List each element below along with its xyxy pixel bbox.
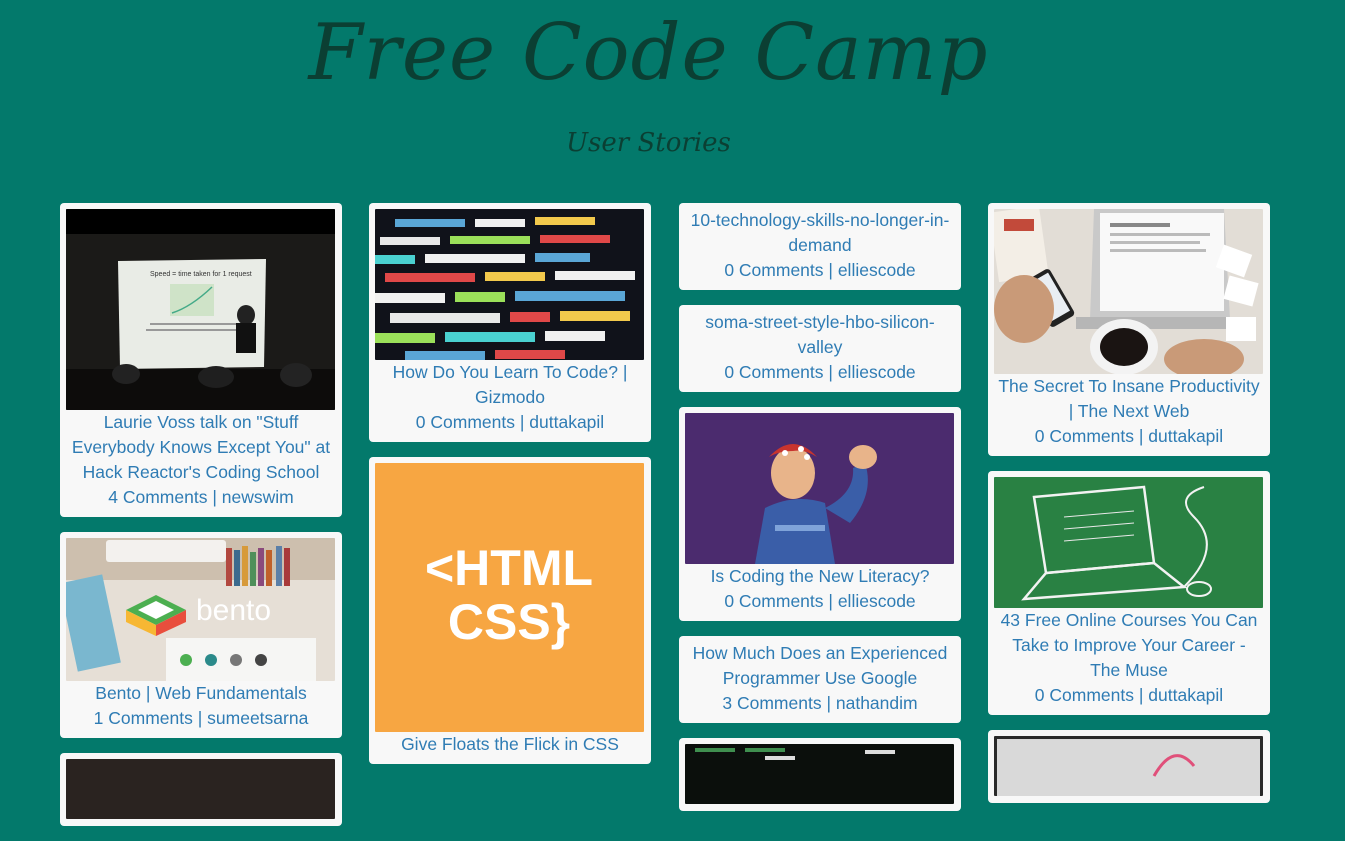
story-card bbox=[60, 753, 342, 826]
story-thumbnail[interactable] bbox=[685, 413, 954, 564]
story-meta: 0 Comments | duttakapil bbox=[994, 424, 1264, 449]
story-meta: 1 Comments | sumeetsarna bbox=[66, 706, 336, 731]
story-thumbnail[interactable] bbox=[685, 744, 954, 804]
column-4: The Secret To Insane Productivity | The … bbox=[988, 203, 1270, 818]
story-thumbnail[interactable] bbox=[994, 209, 1263, 374]
meta-separator: | bbox=[212, 487, 217, 507]
story-headline[interactable]: Is Coding the New Literacy? bbox=[687, 564, 953, 589]
page-subtitle: User Stories bbox=[566, 128, 731, 158]
css-logo-text: CSS} bbox=[448, 594, 570, 650]
comments-link[interactable]: 4 Comments bbox=[108, 487, 207, 507]
story-headline[interactable]: 10-technology-skills-no-longer-in-demand bbox=[687, 208, 953, 258]
meta-separator: | bbox=[1138, 426, 1144, 446]
story-meta: 3 Comments | nathandim bbox=[685, 691, 955, 716]
story-thumbnail[interactable] bbox=[994, 477, 1263, 608]
page-title: Free Code Camp bbox=[308, 8, 989, 98]
story-headline[interactable]: Bento | Web Fundamentals bbox=[68, 681, 334, 706]
html-logo-text: <HTML bbox=[425, 540, 593, 596]
author-link[interactable]: elliescode bbox=[838, 362, 916, 382]
story-headline[interactable]: How Much Does an Experienced Programmer … bbox=[687, 641, 953, 691]
story-thumbnail[interactable]: <HTML CSS} bbox=[375, 463, 644, 732]
story-card: 10-technology-skills-no-longer-in-demand… bbox=[679, 203, 961, 290]
story-card bbox=[679, 738, 961, 811]
meta-separator: | bbox=[828, 260, 833, 280]
story-card bbox=[988, 730, 1270, 803]
story-meta: 0 Comments | elliescode bbox=[685, 360, 955, 385]
comments-link[interactable]: 3 Comments bbox=[722, 693, 821, 713]
column-3: 10-technology-skills-no-longer-in-demand… bbox=[679, 203, 961, 826]
story-thumbnail[interactable] bbox=[375, 209, 644, 360]
author-link[interactable]: sumeetsarna bbox=[207, 708, 308, 728]
story-headline[interactable]: The Secret To Insane Productivity | The … bbox=[996, 374, 1262, 424]
author-link[interactable]: duttakapil bbox=[1148, 685, 1223, 705]
meta-separator: | bbox=[197, 708, 203, 728]
story-headline[interactable]: Give Floats the Flick in CSS bbox=[377, 732, 643, 757]
meta-separator: | bbox=[1138, 685, 1144, 705]
story-meta: 0 Comments | elliescode bbox=[685, 258, 955, 283]
story-meta: 0 Comments | duttakapil bbox=[375, 410, 645, 435]
author-link[interactable]: duttakapil bbox=[1148, 426, 1223, 446]
story-headline[interactable]: How Do You Learn To Code? | Gizmodo bbox=[377, 360, 643, 410]
author-link[interactable]: nathandim bbox=[836, 693, 918, 713]
meta-separator: | bbox=[826, 693, 831, 713]
story-headline[interactable]: 43 Free Online Courses You Can Take to I… bbox=[996, 608, 1262, 683]
comments-link[interactable]: 0 Comments bbox=[724, 260, 823, 280]
story-meta: 0 Comments | elliescode bbox=[685, 589, 955, 614]
comments-link[interactable]: 0 Comments bbox=[724, 362, 823, 382]
story-card: <HTML CSS} Give Floats the Flick in CSS bbox=[369, 457, 651, 764]
story-card: How Do You Learn To Code? | Gizmodo 0 Co… bbox=[369, 203, 651, 442]
story-card: 43 Free Online Courses You Can Take to I… bbox=[988, 471, 1270, 715]
author-link[interactable]: elliescode bbox=[838, 591, 916, 611]
column-2: How Do You Learn To Code? | Gizmodo 0 Co… bbox=[369, 203, 651, 779]
story-meta: 0 Comments | duttakapil bbox=[994, 683, 1264, 708]
author-link[interactable]: duttakapil bbox=[529, 412, 604, 432]
story-thumbnail[interactable] bbox=[994, 736, 1263, 796]
story-card: soma-street-style-hbo-silicon-valley 0 C… bbox=[679, 305, 961, 392]
story-thumbnail[interactable]: Speed = time taken for 1 request bbox=[66, 209, 335, 410]
column-1: Speed = time taken for 1 request Laurie … bbox=[60, 203, 342, 841]
story-headline[interactable]: soma-street-style-hbo-silicon-valley bbox=[687, 310, 953, 360]
story-thumbnail[interactable]: bento bbox=[66, 538, 335, 681]
story-card: The Secret To Insane Productivity | The … bbox=[988, 203, 1270, 456]
meta-separator: | bbox=[519, 412, 525, 432]
story-card: bento Bento | Web Fundamentals 1 Comment… bbox=[60, 532, 342, 738]
comments-link[interactable]: 0 Comments bbox=[1035, 685, 1134, 705]
comments-link[interactable]: 0 Comments bbox=[416, 412, 515, 432]
story-meta: 4 Comments | newswim bbox=[66, 485, 336, 510]
comments-link[interactable]: 0 Comments bbox=[1035, 426, 1134, 446]
meta-separator: | bbox=[828, 591, 833, 611]
bento-logo-text: bento bbox=[196, 594, 271, 627]
author-link[interactable]: elliescode bbox=[838, 260, 916, 280]
story-card: Speed = time taken for 1 request Laurie … bbox=[60, 203, 342, 517]
comments-link[interactable]: 1 Comments bbox=[94, 708, 193, 728]
author-link[interactable]: newswim bbox=[222, 487, 294, 507]
slide-text: Speed = time taken for 1 request bbox=[150, 271, 252, 278]
story-thumbnail[interactable] bbox=[66, 759, 335, 819]
meta-separator: | bbox=[828, 362, 833, 382]
comments-link[interactable]: 0 Comments bbox=[724, 591, 823, 611]
story-card: Is Coding the New Literacy? 0 Comments |… bbox=[679, 407, 961, 621]
story-card: How Much Does an Experienced Programmer … bbox=[679, 636, 961, 723]
story-headline[interactable]: Laurie Voss talk on "Stuff Everybody Kno… bbox=[68, 410, 334, 485]
